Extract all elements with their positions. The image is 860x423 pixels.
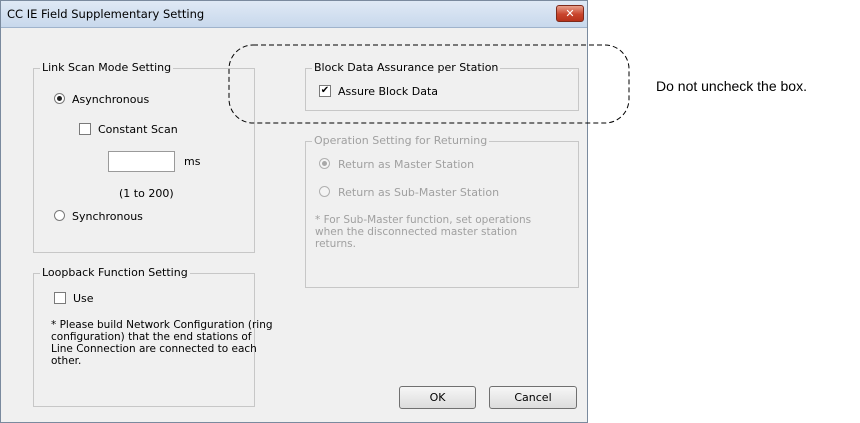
use-label: Use	[73, 292, 94, 305]
constant-scan-input[interactable]	[108, 151, 175, 172]
close-icon: ✕	[565, 7, 575, 20]
return-submaster-radio[interactable]	[319, 186, 330, 197]
returning-note-line: * For Sub-Master function, set operation…	[315, 214, 532, 226]
annotation-text: Do not uncheck the box.	[656, 78, 807, 94]
loopback-note-line: configuration) that the end stations of	[51, 331, 252, 343]
return-submaster-label: Return as Sub-Master Station	[338, 186, 500, 199]
returning-note-line: returns.	[315, 238, 356, 250]
ms-unit-label: ms	[184, 155, 201, 168]
asynchronous-label: Asynchronous	[72, 93, 150, 106]
loopback-note-line: other.	[51, 355, 82, 367]
ok-button[interactable]: OK	[399, 386, 476, 409]
loopback-note: * Please build Network Configuration (ri…	[51, 319, 273, 367]
window-title: CC IE Field Supplementary Setting	[7, 7, 205, 21]
link-scan-mode-legend: Link Scan Mode Setting	[40, 61, 174, 74]
return-master-radio[interactable]	[319, 158, 330, 169]
title-bar[interactable]: CC IE Field Supplementary Setting ✕	[1, 1, 587, 28]
asynchronous-radio[interactable]	[54, 93, 65, 104]
returning-legend: Operation Setting for Returning	[312, 134, 490, 147]
constant-scan-label: Constant Scan	[98, 123, 178, 136]
cancel-button[interactable]: Cancel	[489, 386, 577, 409]
returning-note-line: when the disconnected master station	[315, 226, 518, 238]
callout-dashed-outline	[228, 44, 630, 124]
returning-note: * For Sub-Master function, set operation…	[315, 214, 531, 250]
use-checkbox[interactable]	[54, 292, 66, 304]
range-label: (1 to 200)	[119, 187, 174, 200]
loopback-legend: Loopback Function Setting	[40, 266, 190, 279]
close-button[interactable]: ✕	[556, 5, 584, 22]
constant-scan-checkbox[interactable]	[79, 123, 91, 135]
return-master-label: Return as Master Station	[338, 158, 475, 171]
synchronous-radio[interactable]	[54, 210, 65, 221]
loopback-note-line: * Please build Network Configuration (ri…	[51, 319, 273, 331]
synchronous-label: Synchronous	[72, 210, 143, 223]
loopback-note-line: Line Connection are connected to each	[51, 343, 257, 355]
